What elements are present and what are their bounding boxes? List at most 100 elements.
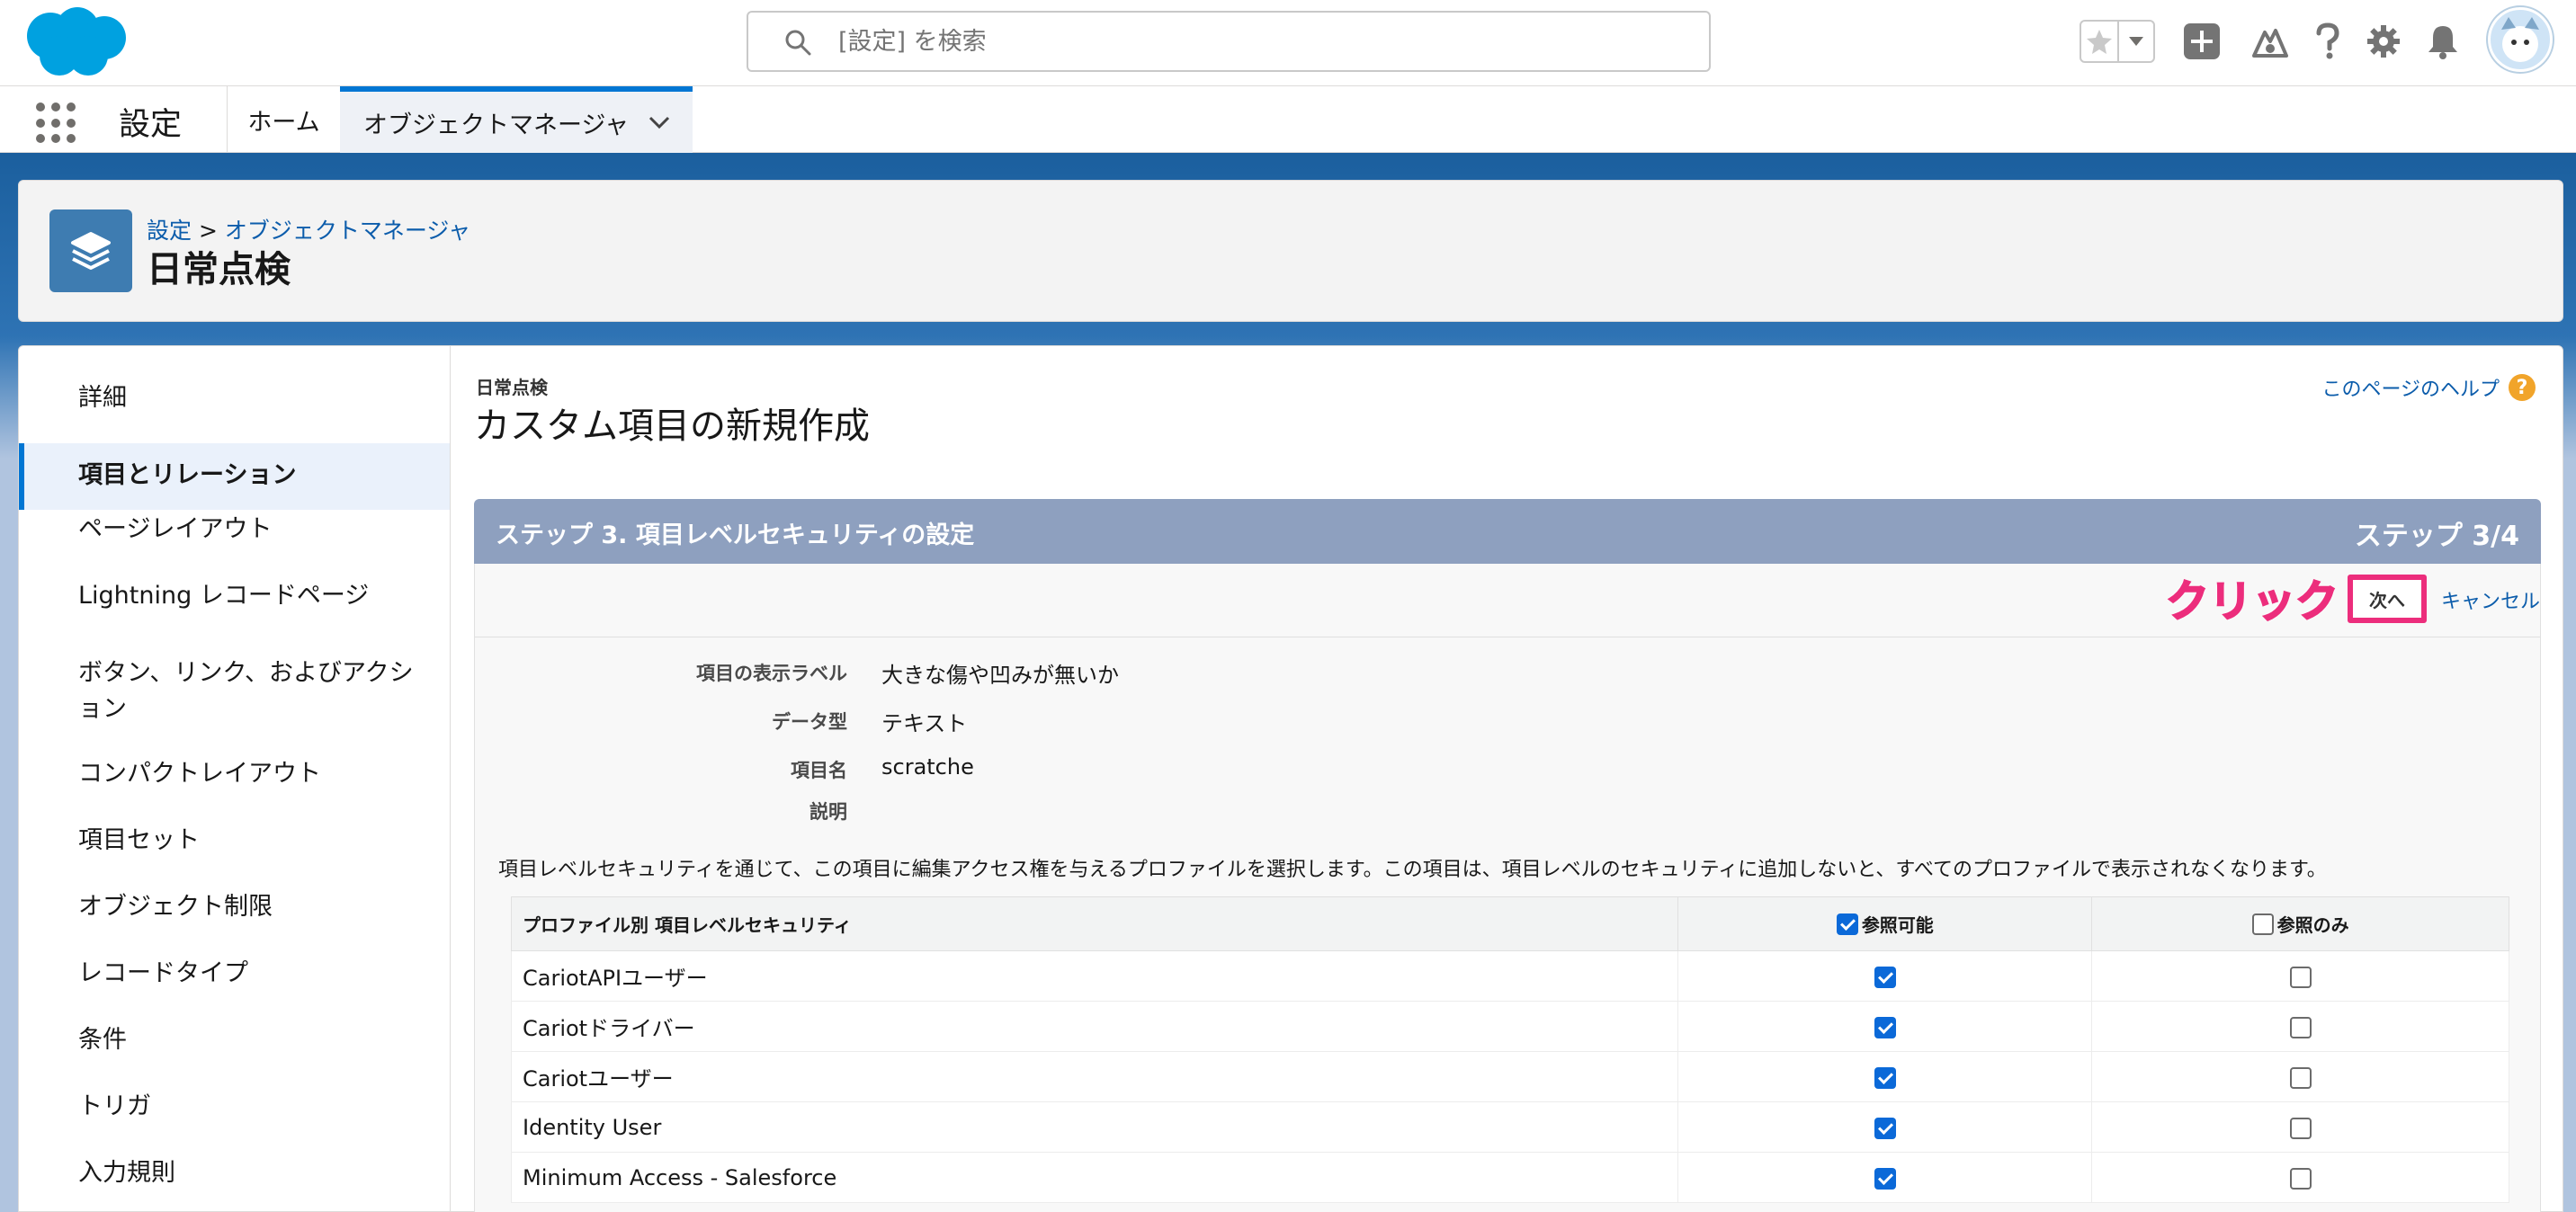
tab-object-manager[interactable]: オブジェクトマネージャ bbox=[340, 86, 693, 153]
readonly-cell bbox=[2091, 1051, 2509, 1102]
chevron-down-icon[interactable] bbox=[2117, 22, 2153, 61]
detail-row: データ型 テキスト bbox=[475, 702, 2540, 738]
readonly-checkbox[interactable] bbox=[2289, 966, 2312, 988]
app-launcher-icon[interactable] bbox=[36, 102, 77, 144]
search-icon bbox=[785, 30, 811, 56]
col-header-visible-label: 参照可能 bbox=[1861, 914, 1934, 936]
sidebar-item-compact-layouts[interactable]: コンパクトレイアウト bbox=[19, 756, 450, 792]
page-header: 設定 > オブジェクトマネージャ 日常点検 bbox=[18, 180, 2563, 322]
object-sidebar: 詳細 項目とリレーション ページレイアウト Lightning レコードページ … bbox=[19, 346, 451, 1212]
sidebar-item-record-types[interactable]: レコードタイプ bbox=[19, 956, 450, 992]
salesforce-cloud-logo[interactable] bbox=[23, 5, 130, 79]
trailhead-icon[interactable] bbox=[2249, 20, 2292, 63]
sidebar-item-conditions[interactable]: 条件 bbox=[19, 1022, 450, 1058]
detail-value: scratche bbox=[881, 754, 974, 780]
col-header-readonly-label: 参照のみ bbox=[2276, 914, 2349, 936]
step-counter: ステップ 3/4 bbox=[2354, 521, 2519, 552]
page-title: 日常点検 bbox=[147, 249, 291, 290]
app-nav-bar: 設定 ホーム オブジェクトマネージャ bbox=[0, 86, 2576, 153]
profile-name: Identity User bbox=[510, 1101, 1679, 1153]
search-input[interactable] bbox=[838, 22, 1648, 61]
sidebar-item-object-limits[interactable]: オブジェクト制限 bbox=[19, 889, 450, 925]
click-annotation: クリック bbox=[2165, 575, 2339, 628]
sidebar-item-details[interactable]: 詳細 bbox=[19, 380, 450, 416]
instruction-text: 項目レベルセキュリティを通じて、この項目に編集アクセス権を与えるプロファイルを選… bbox=[498, 859, 2327, 881]
profile-name: Cariotユーザー bbox=[510, 1051, 1679, 1102]
layers-icon bbox=[49, 209, 132, 292]
tab-object-manager-label: オブジェクトマネージャ bbox=[363, 111, 630, 139]
detail-row: 説明 bbox=[475, 798, 2540, 824]
gear-icon[interactable] bbox=[2362, 20, 2405, 63]
wizard-title: カスタム項目の新規作成 bbox=[474, 405, 870, 447]
plus-icon[interactable] bbox=[2180, 20, 2223, 63]
app-name: 設定 bbox=[119, 107, 183, 143]
help-icon[interactable] bbox=[2306, 20, 2349, 63]
main-card: 詳細 項目とリレーション ページレイアウト Lightning レコードページ … bbox=[18, 345, 2563, 1212]
table-row: Cariotユーザー bbox=[510, 1051, 2509, 1102]
chevron-down-icon[interactable] bbox=[648, 113, 671, 131]
visible-checkbox[interactable] bbox=[1874, 1066, 1896, 1089]
col-header-profile: プロファイル別 項目レベルセキュリティ bbox=[510, 896, 1679, 951]
readonly-cell bbox=[2091, 1001, 2509, 1052]
help-circle-icon: ? bbox=[2509, 374, 2536, 401]
readonly-cell bbox=[2091, 1152, 2509, 1203]
sidebar-item-page-layouts[interactable]: ページレイアウト bbox=[19, 512, 450, 548]
visible-checkbox[interactable] bbox=[1874, 966, 1896, 988]
table-row: Cariotドライバー bbox=[510, 1001, 2509, 1052]
global-header bbox=[0, 0, 2576, 86]
readonly-checkbox[interactable] bbox=[2289, 1167, 2312, 1190]
readonly-checkbox[interactable] bbox=[2289, 1016, 2312, 1038]
detail-label: データ型 bbox=[772, 711, 847, 733]
tab-home[interactable]: ホーム bbox=[227, 86, 340, 153]
object-subtitle: 日常点検 bbox=[476, 377, 548, 398]
detail-value: 大きな傷や凹みが無いか bbox=[881, 663, 1119, 688]
table-header-row: プロファイル別 項目レベルセキュリティ 参照可能 参照のみ bbox=[510, 896, 2509, 951]
readonly-cell bbox=[2091, 1101, 2509, 1153]
cancel-link[interactable]: キャンセル bbox=[2441, 585, 2540, 614]
visible-cell bbox=[1677, 1051, 2093, 1102]
profile-name: CariotAPIユーザー bbox=[510, 950, 1679, 1002]
readonly-cell bbox=[2091, 950, 2509, 1002]
button-row: クリック 次へ キャンセル bbox=[475, 564, 2540, 637]
step-header: ステップ 3. 項目レベルセキュリティの設定 ステップ 3/4 bbox=[474, 499, 2541, 564]
step-title: ステップ 3. 項目レベルセキュリティの設定 bbox=[496, 521, 975, 549]
next-button[interactable]: 次へ bbox=[2348, 575, 2427, 623]
favorites-group[interactable] bbox=[2080, 20, 2155, 63]
sidebar-item-fields-relationships[interactable]: 項目とリレーション bbox=[19, 443, 450, 510]
content-area: 日常点検 カスタム項目の新規作成 このページのヘルプ ? ステップ 3. 項目レ… bbox=[451, 346, 2564, 1212]
visible-all-checkbox[interactable] bbox=[1836, 913, 1858, 935]
table-row: CariotAPIユーザー bbox=[510, 950, 2509, 1002]
sidebar-item-field-sets[interactable]: 項目セット bbox=[19, 823, 450, 859]
visible-checkbox[interactable] bbox=[1874, 1117, 1896, 1139]
tab-home-label: ホーム bbox=[247, 108, 320, 137]
sidebar-item-triggers[interactable]: トリガ bbox=[19, 1089, 450, 1125]
detail-row: 項目名 scratche bbox=[475, 751, 2540, 787]
visible-cell bbox=[1677, 1001, 2093, 1052]
detail-label: 説明 bbox=[809, 801, 847, 823]
sidebar-item-validation-rules[interactable]: 入力規則 bbox=[19, 1155, 450, 1191]
avatar[interactable] bbox=[2488, 7, 2553, 72]
table-row: Identity User bbox=[510, 1101, 2509, 1153]
visible-cell bbox=[1677, 1152, 2093, 1203]
table-row: Minimum Access - Salesforce bbox=[510, 1152, 2509, 1203]
help-for-page-link[interactable]: このページのヘルプ ? bbox=[2321, 373, 2536, 402]
col-header-visible: 参照可能 bbox=[1677, 896, 2093, 951]
profile-name: Cariotドライバー bbox=[510, 1001, 1679, 1052]
sidebar-item-lightning-record-pages[interactable]: Lightning レコードページ bbox=[19, 578, 450, 614]
step-body: クリック 次へ キャンセル 項目の表示ラベル 大きな傷や凹みが無いか データ型 … bbox=[474, 564, 2541, 1212]
detail-label: 項目の表示ラベル bbox=[696, 663, 847, 684]
readonly-checkbox[interactable] bbox=[2289, 1117, 2312, 1139]
visible-cell bbox=[1677, 1101, 2093, 1153]
global-search[interactable] bbox=[747, 11, 1711, 72]
star-icon[interactable] bbox=[2081, 22, 2117, 61]
readonly-all-checkbox[interactable] bbox=[2251, 913, 2274, 935]
sidebar-item-buttons-links-actions[interactable]: ボタン、リンク、およびアクション bbox=[19, 655, 450, 727]
bell-icon[interactable] bbox=[2421, 20, 2464, 63]
visible-checkbox[interactable] bbox=[1874, 1167, 1896, 1190]
visible-checkbox[interactable] bbox=[1874, 1016, 1896, 1038]
readonly-checkbox[interactable] bbox=[2289, 1066, 2312, 1089]
detail-label: 項目名 bbox=[791, 760, 847, 781]
help-link-label: このページのヘルプ bbox=[2321, 379, 2500, 401]
col-header-readonly: 参照のみ bbox=[2091, 896, 2509, 951]
field-level-security-table: プロファイル別 項目レベルセキュリティ 参照可能 参照のみ CariotAPIユ… bbox=[510, 896, 2509, 1203]
